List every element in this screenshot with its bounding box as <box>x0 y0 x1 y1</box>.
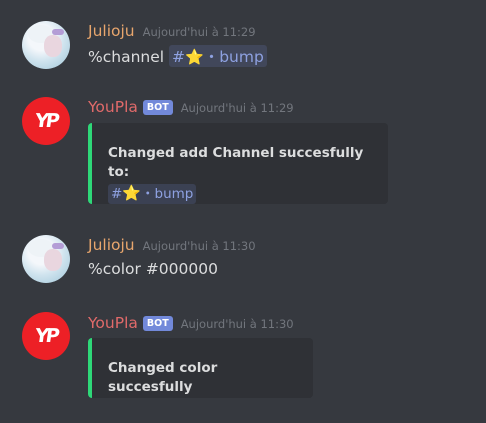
username[interactable]: Julioju <box>88 236 135 254</box>
mention-channel-name: bump <box>154 186 194 202</box>
timestamp[interactable]: Aujourd'hui à 11:29 <box>181 101 294 115</box>
star-icon: ⭐ <box>185 48 204 66</box>
avatar-ribbon <box>52 29 64 35</box>
embed: Changed add Channel succesfully to: #⭐・b… <box>88 123 388 204</box>
bot-badge: BOT <box>142 316 173 331</box>
username[interactable]: YouPla <box>88 98 138 116</box>
embed: Changed color succesfully <box>88 338 313 398</box>
timestamp[interactable]: Aujourd'hui à 11:29 <box>143 25 256 39</box>
bot-badge: BOT <box>142 100 173 115</box>
embed-text: Changed add Channel succesfully to: <box>108 145 364 180</box>
avatar-face <box>44 35 62 57</box>
mention-channel-name: bump <box>219 48 264 66</box>
youpla-avatar[interactable]: YP <box>22 97 70 145</box>
embed-description: Changed add Channel succesfully to: #⭐・b… <box>108 144 378 204</box>
message-julioju-1: Julioju Aujourd'hui à 11:29 %channel #⭐・… <box>0 0 486 80</box>
mention-separator: ・ <box>203 48 220 66</box>
hash-icon: # <box>111 186 123 202</box>
message-text: %color #000000 <box>88 260 218 278</box>
message-header: Julioju Aujourd'hui à 11:29 <box>88 22 256 40</box>
julioju-avatar[interactable] <box>22 21 70 69</box>
channel-mention[interactable]: #⭐・bump <box>108 184 197 204</box>
youpla-logo-icon: YP <box>33 110 59 132</box>
message-text: %channel <box>88 48 165 66</box>
message-header: YouPla BOT Aujourd'hui à 11:29 <box>88 98 294 117</box>
hash-icon: # <box>172 48 185 66</box>
message-content: %channel #⭐・bump <box>88 45 267 67</box>
youpla-logo-icon: YP <box>33 325 59 347</box>
username[interactable]: YouPla <box>88 314 138 332</box>
embed-description: Changed color succesfully <box>108 359 303 397</box>
timestamp[interactable]: Aujourd'hui à 11:30 <box>143 239 256 253</box>
star-icon: ⭐ <box>122 184 141 202</box>
embed-text: Changed color succesfully <box>108 360 218 395</box>
julioju-avatar[interactable] <box>22 235 70 283</box>
message-header: Julioju Aujourd'hui à 11:30 <box>88 236 256 254</box>
mention-separator: ・ <box>141 186 155 202</box>
youpla-avatar[interactable]: YP <box>22 312 70 360</box>
timestamp[interactable]: Aujourd'hui à 11:30 <box>181 317 294 331</box>
avatar-face <box>44 249 62 271</box>
username[interactable]: Julioju <box>88 22 135 40</box>
message-header: YouPla BOT Aujourd'hui à 11:30 <box>88 314 294 333</box>
avatar-ribbon <box>52 243 64 249</box>
message-content: %color #000000 <box>88 260 218 278</box>
channel-mention[interactable]: #⭐・bump <box>169 45 267 67</box>
